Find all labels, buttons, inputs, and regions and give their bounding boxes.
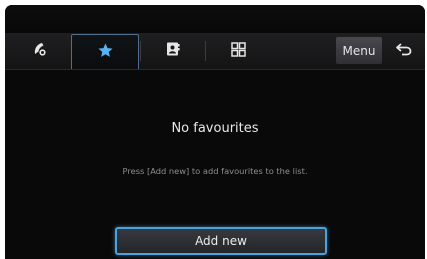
tab-calls[interactable]: [13, 33, 67, 69]
empty-state-title: No favourites: [171, 121, 259, 136]
tab-favourites[interactable]: [71, 34, 139, 69]
status-bar: [5, 5, 425, 33]
star-icon: [97, 42, 114, 63]
tab-divider: [140, 41, 141, 61]
back-button[interactable]: [386, 37, 422, 64]
phone-handset-icon: [32, 41, 48, 61]
keypad-grid-icon: [230, 41, 246, 61]
back-arrow-icon: [395, 41, 413, 60]
tab-keypad[interactable]: [207, 33, 269, 69]
phone-tab-bar: Menu: [5, 33, 425, 70]
empty-state-hint: Press [Add new] to add favourites to the…: [122, 166, 308, 176]
tab-divider: [205, 41, 206, 61]
contact-book-icon: [165, 41, 181, 61]
add-new-button[interactable]: Add new: [115, 227, 327, 255]
phone-screen: Menu No favourites Press [Add new] to ad…: [5, 5, 425, 259]
tab-contacts[interactable]: [143, 33, 203, 69]
menu-button[interactable]: Menu: [336, 37, 382, 64]
